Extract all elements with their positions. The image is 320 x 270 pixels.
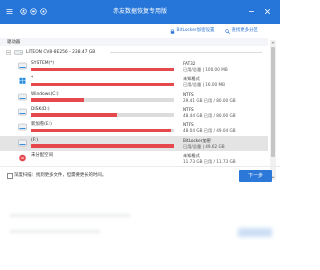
partition-filesystem: NTFS xyxy=(183,91,194,97)
partition-filesystem: NTFS xyxy=(183,122,194,128)
reflection-button xyxy=(238,228,272,237)
partition-filesystem: NTFS xyxy=(183,106,194,112)
partition-name: Windows(C:) xyxy=(31,91,59,97)
deep-scan-checkbox[interactable] xyxy=(7,173,13,179)
partition-name: 新加卷(E:) xyxy=(31,122,52,128)
next-button[interactable]: 下一步 xyxy=(239,170,272,182)
partition-size: 已用/总量 | 16.00 MB xyxy=(183,82,226,88)
usage-bar xyxy=(31,144,174,148)
title-bar: 赤友数据恢复专用版 xyxy=(0,0,280,24)
find-more-partitions-label: 查找更多分区 xyxy=(231,28,258,33)
cart-icon[interactable] xyxy=(30,8,37,15)
disk-label: LITEON CV8-8E256 - 238.47 GB xyxy=(26,49,96,55)
partition-row[interactable]: DISK(D:) NTFS 48.44 GB 已用 / 80.00 GB xyxy=(0,105,268,120)
disk-row[interactable]: LITEON CV8-8E256 - 238.47 GB xyxy=(0,48,268,56)
bitlocker-settings-link[interactable]: BitLocker加密设置 xyxy=(170,28,214,34)
drive-icon xyxy=(18,108,27,116)
partition-name: SYSTEM(*) xyxy=(31,61,55,66)
toolbar: BitLocker加密设置 查找更多分区 xyxy=(0,24,280,38)
minimize-icon[interactable] xyxy=(248,8,255,15)
scrollbar[interactable] xyxy=(270,40,276,180)
partition-name: DISK(D:) xyxy=(31,106,50,112)
drive-icon xyxy=(18,123,27,131)
usage-bar-fill xyxy=(31,113,117,117)
find-more-partitions-link[interactable]: 查找更多分区 xyxy=(225,28,258,34)
partition-name: 未分配空间 xyxy=(31,152,53,158)
bitlocker-settings-label: BitLocker加密设置 xyxy=(176,28,215,33)
partition-size: 11.73 GB 已用 / 11.73 GB xyxy=(183,158,236,164)
deep-scan-label: 深度扫描：找到更多文件，但需要更长的时间。 xyxy=(14,172,107,178)
windows-logo-icon xyxy=(18,77,27,85)
partition-name: (F:) xyxy=(31,137,39,143)
partition-size: 已用/总量 | 100.00 MB xyxy=(183,67,228,72)
menu-icon[interactable] xyxy=(6,8,13,15)
collapse-toggle-icon[interactable] xyxy=(6,49,11,55)
scrollbar-thumb[interactable] xyxy=(271,47,275,157)
drives-section-label: 驱动器 xyxy=(7,39,21,45)
reflection-line xyxy=(10,214,130,217)
partition-filesystem: 未知格式 xyxy=(183,152,200,158)
usage-bar xyxy=(31,82,174,87)
partition-name: * xyxy=(31,76,34,82)
unallocated-icon xyxy=(18,154,27,162)
partition-size: 29.41 GB 已用 / 80.00 GB xyxy=(183,97,236,103)
usage-bar-fill xyxy=(31,98,84,102)
partition-size: 48.04 GB 已用 / 49.04 GB xyxy=(183,128,236,134)
scroll-up-arrow-icon[interactable] xyxy=(270,40,276,45)
partition-row[interactable]: 新加卷(E:) NTFS 48.04 GB 已用 / 49.04 GB xyxy=(0,120,268,135)
usage-bar xyxy=(31,98,174,102)
usage-bar xyxy=(31,128,174,133)
search-icon xyxy=(225,28,230,34)
usage-bar-fill xyxy=(31,144,174,148)
divider xyxy=(110,52,262,53)
divider xyxy=(0,166,280,167)
disk-icon xyxy=(14,49,23,55)
user-icon[interactable] xyxy=(20,8,27,15)
usage-bar-fill xyxy=(31,67,174,71)
drive-icon xyxy=(18,93,27,101)
reflection-line xyxy=(10,230,100,233)
drives-section-header: 驱动器 xyxy=(0,38,268,46)
partition-filesystem: BitLocker加密 xyxy=(183,137,211,143)
partition-row[interactable]: SYSTEM(*) FAT32 已用/总量 | 100.00 MB xyxy=(0,59,268,74)
app-window: 赤友数据恢复专用版 BitLocker加密设置 查找更多分区 驱动器 LITEO… xyxy=(0,0,280,190)
partition-filesystem: FAT32 xyxy=(183,61,196,66)
window-title: 赤友数据恢复专用版 xyxy=(112,8,167,15)
usage-bar xyxy=(31,67,174,71)
partition-row-selected[interactable]: (F:) BitLocker加密 已用/总量 | 49.62 GB xyxy=(0,135,268,151)
partition-row[interactable]: Windows(C:) NTFS 29.41 GB 已用 / 80.00 GB xyxy=(0,90,268,105)
settings-icon[interactable] xyxy=(40,8,47,15)
usage-bar-fill xyxy=(31,128,172,133)
usage-bar xyxy=(31,113,174,117)
drive-icon xyxy=(18,62,27,70)
usage-bar-fill xyxy=(31,82,174,87)
partition-filesystem: 未知格式 xyxy=(183,76,200,82)
window-reflection xyxy=(0,190,280,270)
partition-row[interactable]: * 未知格式 已用/总量 | 16.00 MB xyxy=(0,74,268,89)
partition-row[interactable]: 未分配空间 未知格式 11.73 GB 已用 / 11.73 GB xyxy=(0,151,268,166)
partition-size: 已用/总量 | 49.62 GB xyxy=(183,143,225,149)
lock-icon xyxy=(170,28,175,34)
partition-size: 48.44 GB 已用 / 80.00 GB xyxy=(183,112,236,118)
drive-icon xyxy=(18,139,27,147)
close-icon[interactable] xyxy=(264,8,271,15)
